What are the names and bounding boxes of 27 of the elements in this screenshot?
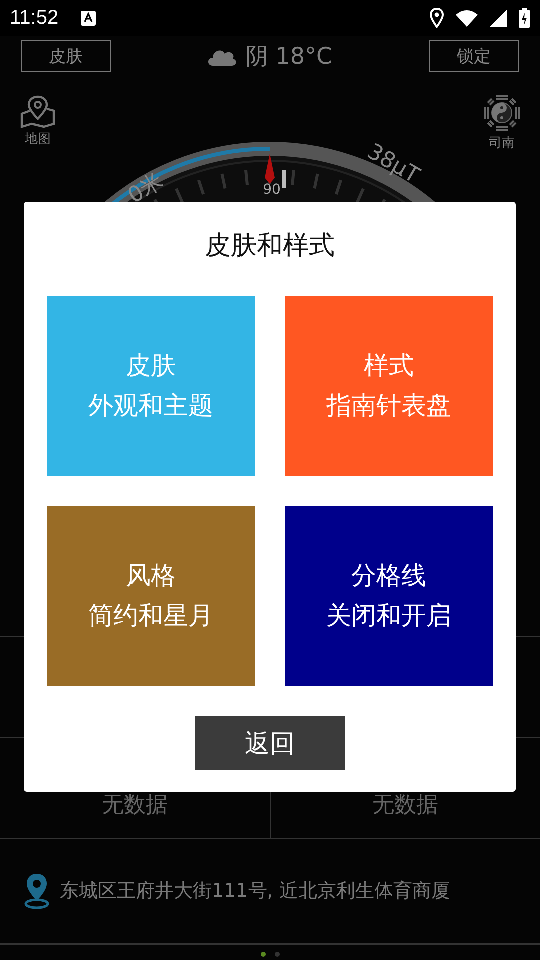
address-text: 东城区王府井大街111号, 近北京利生体育商厦 [60, 879, 450, 904]
wifi-icon [456, 10, 478, 26]
location-icon [430, 8, 444, 28]
needle-icon [265, 154, 275, 184]
reading-text: 无数据 [102, 792, 168, 820]
option-tile[interactable]: 样式 指南针表盘 [285, 296, 493, 476]
heading-label: 90 [263, 182, 281, 198]
yin-yang-icon [483, 94, 521, 132]
weather-text: 阴 18°C [245, 42, 333, 72]
side-button[interactable]: 地图 [20, 94, 56, 148]
back-button[interactable]: 返回 [195, 716, 345, 770]
battery-icon [519, 8, 530, 28]
page-dot[interactable] [274, 952, 280, 957]
side-button[interactable]: 司南 [483, 94, 521, 152]
lock-button[interactable]: 锁定 [428, 40, 519, 72]
status-time: 11:52 [10, 6, 59, 30]
page-dot[interactable] [260, 952, 266, 957]
map-pin-icon [20, 94, 56, 128]
option-tile[interactable]: 分格线 关闭和开启 [285, 506, 493, 686]
reading-text: 无数据 [372, 792, 438, 820]
signal-icon [490, 10, 507, 26]
distance-label: 0米 [124, 168, 168, 210]
notification-icon [80, 10, 96, 26]
location-pin-icon [24, 873, 50, 909]
skin-button[interactable]: 皮肤 [21, 40, 111, 72]
option-tile[interactable]: 风格 简约和星月 [47, 506, 255, 686]
dialog-title: 皮肤和样式 [205, 230, 335, 263]
